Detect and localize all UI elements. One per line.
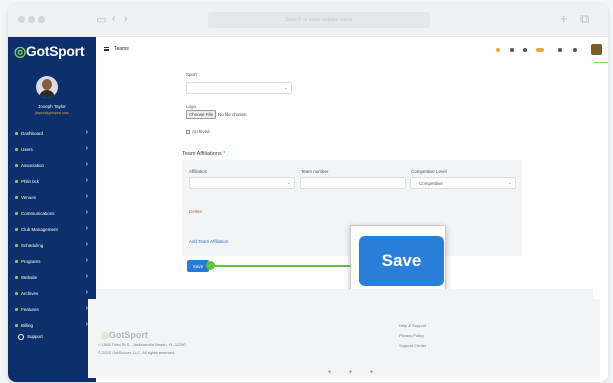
tabs-overview-icon[interactable]: ⧉ [580, 11, 589, 27]
avatar[interactable] [36, 76, 58, 98]
chevron-right-icon: › [85, 145, 88, 152]
callout-connector [212, 265, 352, 267]
sidebar-item-association[interactable]: Association › [8, 159, 96, 173]
close-window-icon[interactable] [18, 16, 25, 23]
apps-icon[interactable] [510, 48, 514, 52]
sidebar-item-scheduling[interactable]: Scheduling › [8, 239, 96, 253]
user-name: Joseph Taylor [38, 104, 66, 109]
delete-affiliation-link[interactable]: Delete [189, 209, 202, 214]
search-icon[interactable] [558, 48, 562, 52]
divider [96, 289, 593, 299]
communications-icon [15, 212, 18, 215]
team-number-input[interactable] [300, 177, 406, 189]
footer-address: ⌂ 1505 Third St S., Jacksonville Beach, … [98, 342, 186, 347]
association-icon [15, 164, 18, 167]
maximize-window-icon[interactable] [38, 16, 45, 23]
chevron-down-icon: ⌄ [507, 180, 512, 186]
chevron-right-icon: › [85, 177, 88, 184]
message-icon[interactable] [536, 48, 544, 52]
venues-icon [15, 196, 18, 199]
sidebar-item-phlin-tick[interactable]: Phlin tick › [8, 175, 96, 189]
browser-toolbar: ▭ ‹ › Search or enter website name + ⧉ [8, 4, 608, 37]
checkbox-box[interactable] [186, 129, 190, 134]
sidebar-item-features[interactable]: Features › [8, 303, 96, 317]
footer-copyright: © 2022 GotSoccer, LLC. All rights reserv… [98, 350, 176, 355]
sidebar-item-venues[interactable]: Venues › [8, 191, 96, 205]
sport-label: Sport [186, 72, 197, 77]
sidebar-item-users[interactable]: Users › [8, 143, 96, 157]
page-title: Teams [114, 46, 129, 52]
address-bar[interactable]: Search or enter website name [208, 12, 430, 28]
website-icon [15, 276, 18, 279]
gotsport-logo[interactable]: ◎GotSport [14, 43, 84, 60]
forward-icon[interactable]: › [124, 13, 128, 25]
sidebar-toggle-icon[interactable]: ▭ [96, 13, 106, 26]
settings-icon[interactable] [573, 48, 577, 52]
scheduling-icon [15, 244, 18, 247]
header-bar: Teams [96, 37, 608, 63]
billing-icon [15, 324, 18, 327]
footer-link-help[interactable]: Help & Support [399, 323, 426, 328]
features-icon [15, 308, 18, 311]
support-button[interactable]: Support [18, 331, 60, 343]
notification-icon[interactable] [496, 48, 500, 52]
sidebar-item-club-management[interactable]: Club Management › [8, 223, 96, 237]
twitter-icon[interactable]: ● [349, 369, 352, 375]
affiliation-select[interactable]: ⌄ [189, 177, 295, 189]
club-management-icon [15, 228, 18, 231]
no-file-text: No file chosen [218, 112, 247, 117]
organization-avatar[interactable] [591, 44, 602, 55]
chevron-down-icon: ⌄ [283, 85, 288, 91]
archived-checkbox[interactable]: Archived [186, 129, 210, 134]
chevron-right-icon: › [85, 273, 88, 280]
callout-dot [206, 261, 215, 270]
hamburger-menu-icon[interactable] [104, 47, 109, 51]
footer-logo[interactable]: ◎GotSport [101, 330, 148, 341]
back-icon[interactable]: ‹ [112, 13, 116, 25]
help-icon [18, 334, 24, 340]
footer [88, 299, 600, 378]
team-affiliations-title: Team Affiliations * [182, 151, 226, 157]
users-icon [15, 148, 18, 151]
chevron-right-icon: › [85, 193, 88, 200]
programs-icon [15, 260, 18, 263]
phlin-tick-icon [15, 180, 18, 183]
chevron-right-icon: › [85, 225, 88, 232]
chevron-right-icon: › [85, 289, 88, 296]
save-button-zoomed[interactable]: Save [359, 236, 444, 286]
sidebar-item-website[interactable]: Website › [8, 271, 96, 285]
sidebar-item-programs[interactable]: Programs › [8, 255, 96, 269]
sport-select[interactable]: ⌄ [186, 82, 292, 94]
logo-label: Logo [186, 104, 197, 109]
sidebar-item-archives[interactable]: Archives › [8, 287, 96, 301]
team-number-label: Team number [301, 169, 329, 174]
sidebar: ◎GotSport Joseph Taylor jtaylor@gotsport… [8, 37, 96, 382]
archived-label: Archived [192, 129, 210, 134]
competitive-level-select[interactable]: Competitive ⌄ [410, 177, 516, 189]
choose-file-button[interactable]: Choose File [186, 110, 217, 119]
chevron-right-icon: › [85, 209, 88, 216]
chevron-right-icon: › [85, 129, 88, 136]
logo-file-input[interactable]: Choose File No file chosen [186, 110, 247, 119]
add-team-affiliation-link[interactable]: Add Team Affiliation [189, 239, 228, 244]
minimize-window-icon[interactable] [28, 16, 35, 23]
home-icon: ⌂ [98, 342, 101, 347]
competitive-level-label: Competitive Level [411, 169, 447, 174]
instagram-icon[interactable]: ● [370, 369, 373, 375]
chevron-right-icon: › [85, 257, 88, 264]
sidebar-item-dashboard[interactable]: Dashboard › [8, 127, 96, 141]
sidebar-item-communications[interactable]: Communications › [8, 207, 96, 221]
user-email: jtaylor@gotsport.com [35, 111, 69, 115]
new-tab-icon[interactable]: + [560, 11, 568, 26]
affiliation-label: Affiliation [189, 169, 208, 174]
user-icon[interactable] [523, 48, 527, 52]
dashboard-icon [15, 132, 18, 135]
footer-link-privacy[interactable]: Privacy Policy [399, 333, 424, 338]
facebook-icon[interactable]: ● [328, 369, 331, 375]
footer-link-support[interactable]: Support Center [399, 343, 426, 348]
chevron-right-icon: › [85, 241, 88, 248]
chevron-down-icon: ⌄ [286, 180, 291, 186]
archives-icon [15, 292, 18, 295]
chevron-right-icon: › [85, 161, 88, 168]
